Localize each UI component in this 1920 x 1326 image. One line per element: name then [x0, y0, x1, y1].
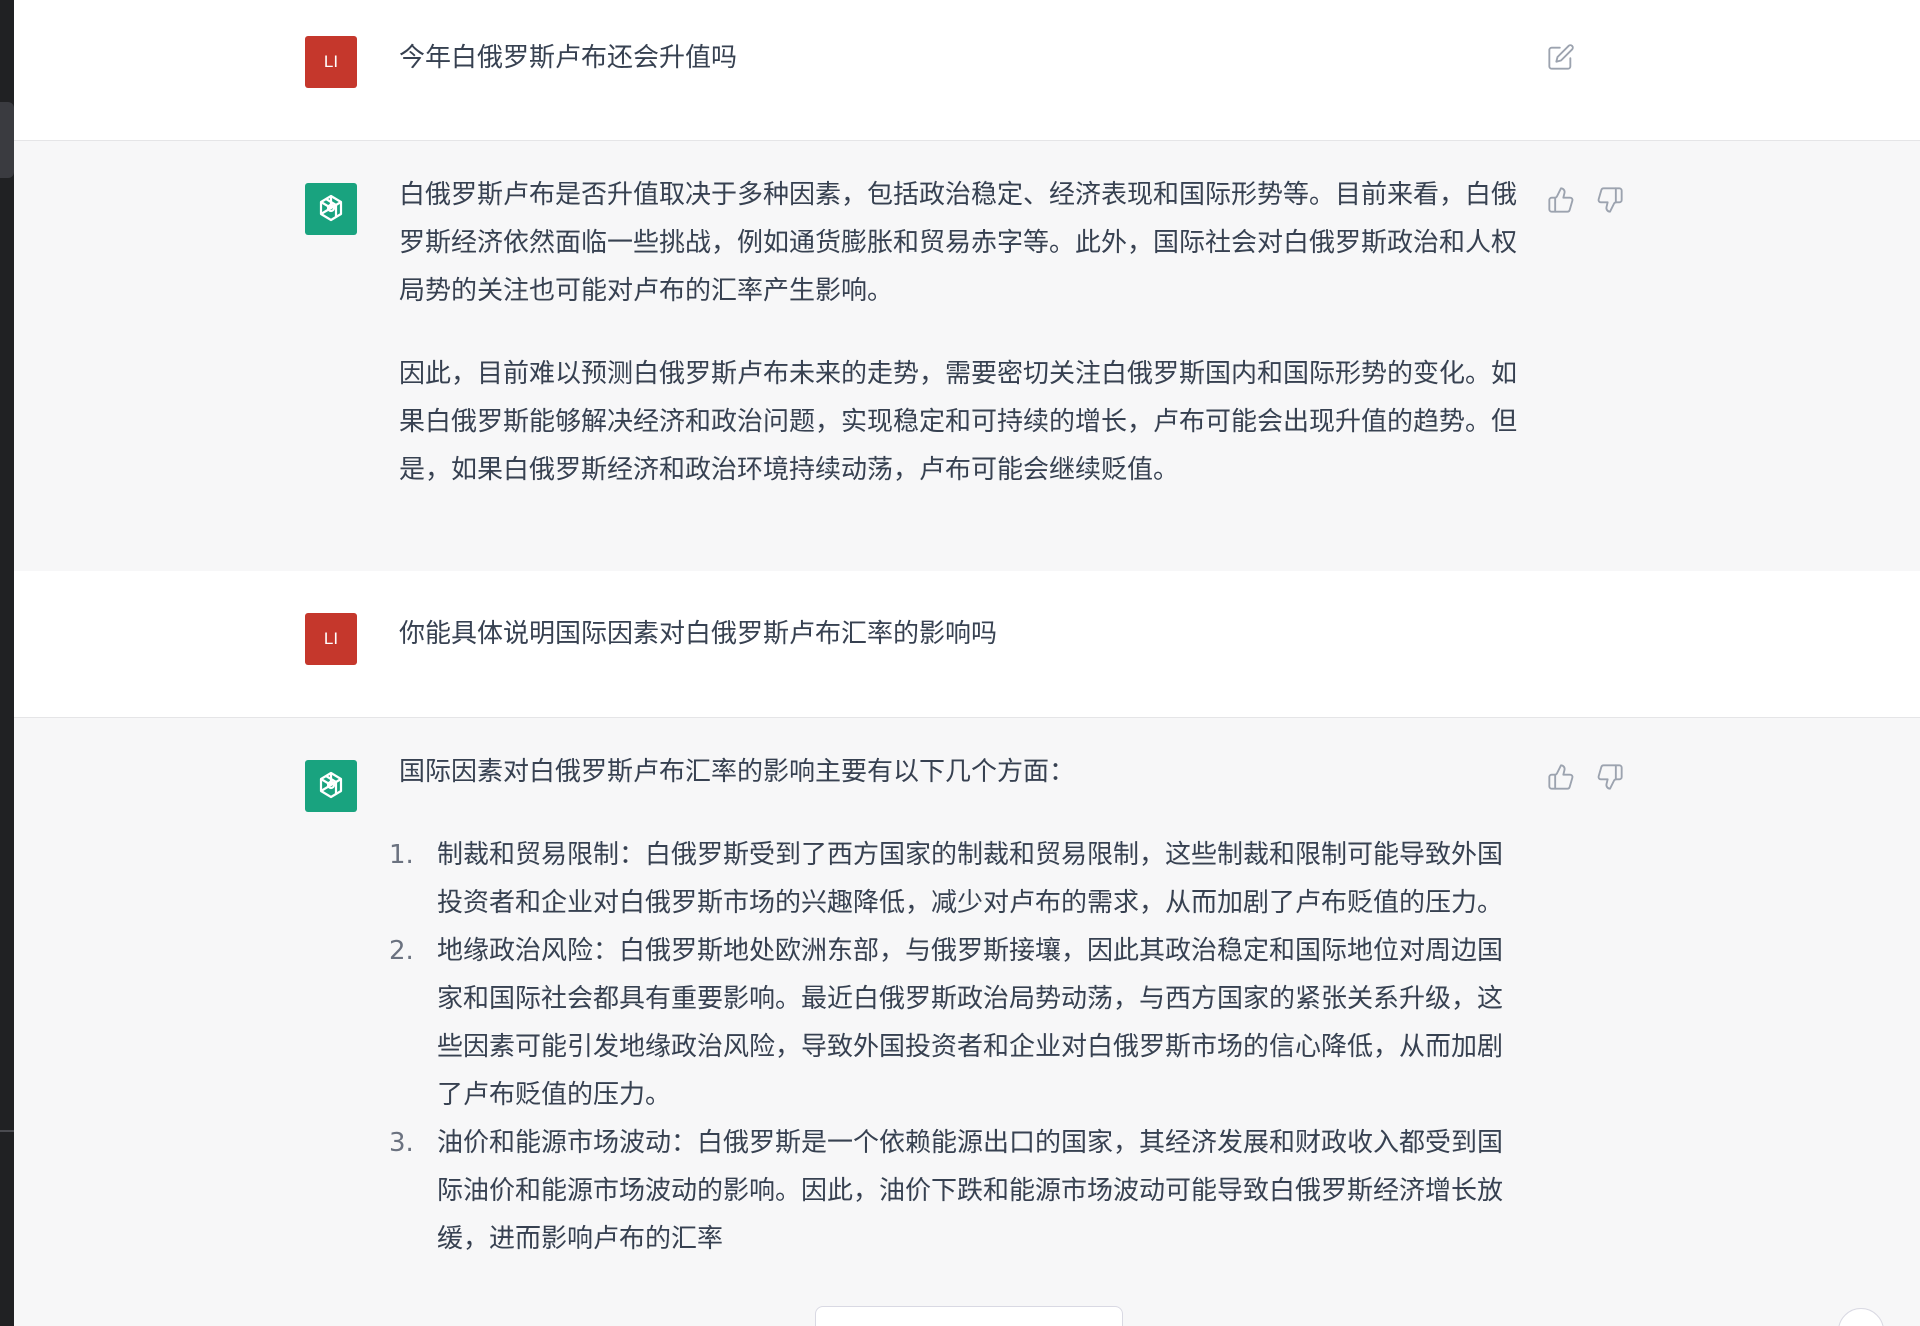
- user-message-paragraph: 你能具体说明国际因素对白俄罗斯卢布汇率的影响吗: [399, 619, 998, 649]
- thumbs-up-icon[interactable]: [1546, 185, 1576, 215]
- list-item-text: 油价和能源市场波动：白俄罗斯是一个依赖能源出口的国家，其经济发展和财政收入都受到…: [437, 1128, 1504, 1254]
- sidebar-toggle[interactable]: [0, 102, 14, 178]
- list-item-text: 制裁和贸易限制：白俄罗斯受到了西方国家的制裁和贸易限制，这些制裁和限制可能导致外…: [437, 840, 1504, 918]
- thumbs-up-icon[interactable]: [1546, 762, 1576, 792]
- thumbs-down-icon[interactable]: [1595, 185, 1625, 215]
- edit-icon[interactable]: [1546, 42, 1576, 72]
- chat-window: LI 今年白俄罗斯卢布还会升值吗 白俄罗斯卢布是否升值取决于多种因素，包括政治稳…: [0, 0, 1920, 1326]
- assistant-avatar: [305, 760, 357, 812]
- openai-logo-icon: [319, 194, 343, 222]
- list-item-number: 3.: [389, 1128, 414, 1158]
- user-avatar: LI: [305, 613, 357, 665]
- assistant-message-text: 国际因素对白俄罗斯卢布汇率的影响主要有以下几个方面： 1. 制裁和贸易限制：白俄…: [389, 748, 1524, 1263]
- user-message-turn: LI 你能具体说明国际因素对白俄罗斯卢布汇率的影响吗: [14, 571, 1920, 717]
- list-item: 1. 制裁和贸易限制：白俄罗斯受到了西方国家的制裁和贸易限制，这些制裁和限制可能…: [389, 831, 1524, 927]
- user-message-paragraph: 今年白俄罗斯卢布还会升值吗: [399, 43, 738, 73]
- assistant-paragraph-2: 因此，目前难以预测白俄罗斯卢布未来的走势，需要密切关注白俄罗斯国内和国际形势的变…: [399, 359, 1518, 485]
- openai-logo-icon: [319, 771, 343, 799]
- user-message-turn: LI 今年白俄罗斯卢布还会升值吗: [14, 0, 1920, 140]
- list-item-text: 地缘政治风险：白俄罗斯地处欧洲东部，与俄罗斯接壤，因此其政治稳定和国际地位对周边…: [437, 936, 1504, 1110]
- assistant-avatar: [305, 183, 357, 235]
- list-item-number: 1.: [389, 840, 414, 870]
- user-avatar-initials: LI: [323, 52, 339, 71]
- assistant-intro: 国际因素对白俄罗斯卢布汇率的影响主要有以下几个方面：: [399, 757, 1076, 787]
- sidebar-edge: [0, 0, 14, 1326]
- user-avatar-initials: LI: [323, 629, 339, 648]
- list-item-number: 2.: [389, 936, 414, 966]
- assistant-message-turn: 国际因素对白俄罗斯卢布汇率的影响主要有以下几个方面： 1. 制裁和贸易限制：白俄…: [14, 717, 1920, 1326]
- assistant-message-turn: 白俄罗斯卢布是否升值取决于多种因素，包括政治稳定、经济表现和国际形势等。目前来看…: [14, 140, 1920, 572]
- user-message-text: 你能具体说明国际因素对白俄罗斯卢布汇率的影响吗: [399, 610, 1539, 658]
- assistant-paragraph-1: 白俄罗斯卢布是否升值取决于多种因素，包括政治稳定、经济表现和国际形势等。目前来看…: [399, 180, 1518, 306]
- user-avatar: LI: [305, 36, 357, 88]
- regenerate-button[interactable]: [815, 1306, 1123, 1326]
- thumbs-down-icon[interactable]: [1595, 762, 1625, 792]
- assistant-message-text: 白俄罗斯卢布是否升值取决于多种因素，包括政治稳定、经济表现和国际形势等。目前来看…: [399, 171, 1539, 494]
- list-item: 3. 油价和能源市场波动：白俄罗斯是一个依赖能源出口的国家，其经济发展和财政收入…: [389, 1119, 1524, 1263]
- factor-list: 1. 制裁和贸易限制：白俄罗斯受到了西方国家的制裁和贸易限制，这些制裁和限制可能…: [389, 831, 1524, 1263]
- user-message-text: 今年白俄罗斯卢布还会升值吗: [399, 34, 1539, 82]
- sidebar-divider: [0, 1130, 14, 1132]
- list-item: 2. 地缘政治风险：白俄罗斯地处欧洲东部，与俄罗斯接壤，因此其政治稳定和国际地位…: [389, 927, 1524, 1119]
